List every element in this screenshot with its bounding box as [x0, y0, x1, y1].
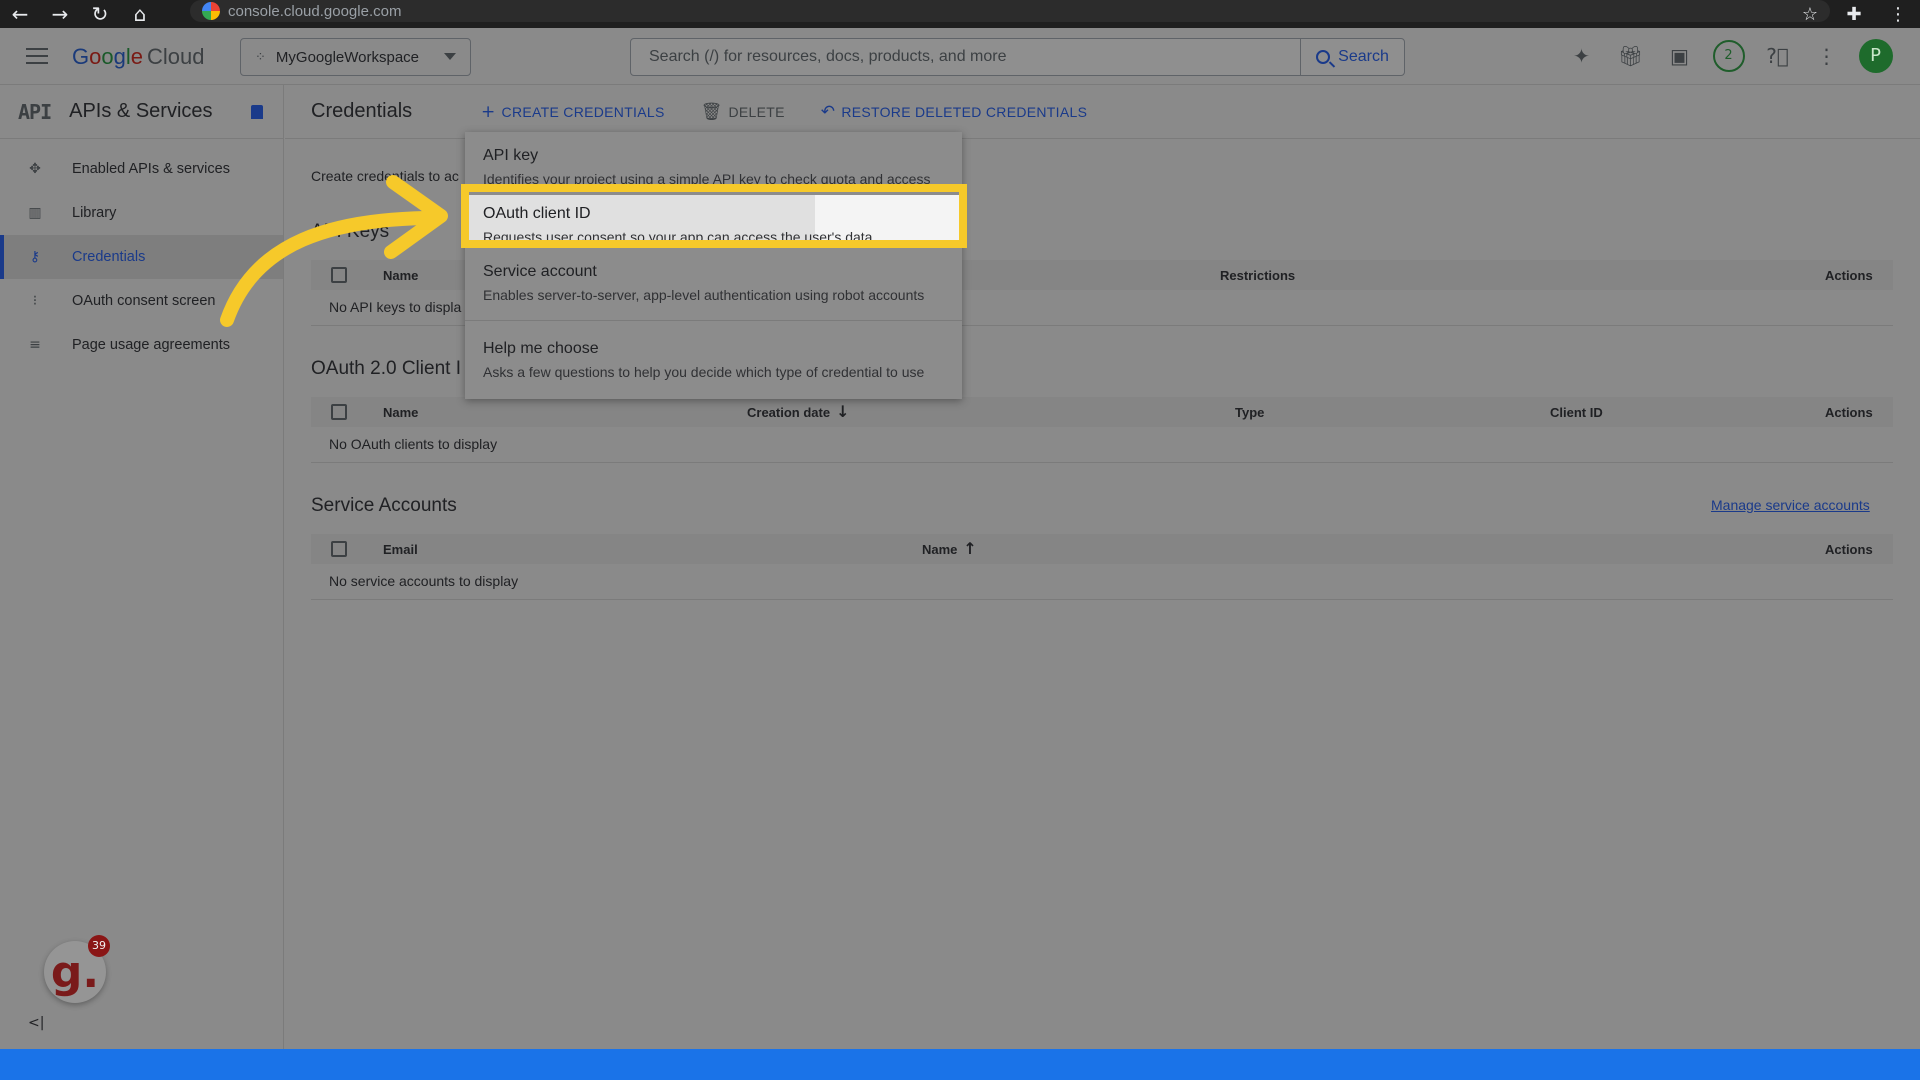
- page-title: Credentials: [311, 100, 413, 122]
- menu-icon[interactable]: ⋮: [1876, 4, 1920, 25]
- restore-deleted-button[interactable]: ↶ RESTORE DELETED CREDENTIALS: [821, 102, 1087, 122]
- url-text: console.cloud.google.com: [228, 2, 402, 20]
- notifications-icon[interactable]: 2: [1712, 40, 1745, 72]
- forward-icon[interactable]: →: [40, 0, 80, 28]
- search-bar[interactable]: Search (/) for resources, docs, products…: [630, 38, 1405, 76]
- service-accounts-table: Email Name ↑ Actions No service accounts …: [311, 534, 1893, 600]
- oauth-clients-title: OAuth 2.0 Client I: [311, 358, 461, 379]
- column-name[interactable]: Name: [383, 405, 418, 420]
- column-type[interactable]: Type: [1235, 405, 1264, 420]
- project-selector[interactable]: ⁘ MyGoogleWorkspace: [240, 38, 471, 76]
- avatar[interactable]: P: [1858, 39, 1893, 73]
- annotation-arrow-icon: [220, 175, 448, 327]
- browser-toolbar: ← → ↻ ⌂ console.cloud.google.com ☆ ✚ ⋮: [0, 0, 1920, 28]
- sidebar-title: APIs & Services: [69, 100, 213, 122]
- trash-icon: 🗑︎: [700, 101, 723, 122]
- menu-item-service-account[interactable]: Service account Enables server-to-server…: [465, 263, 962, 303]
- select-all-checkbox[interactable]: [331, 541, 347, 557]
- oauth-clients-table: Name Creation date ↓ Type Client ID Actio…: [311, 397, 1893, 463]
- back-icon[interactable]: ←: [0, 0, 40, 28]
- guidde-badge[interactable]: g. 39: [44, 935, 110, 1003]
- hamburger-icon[interactable]: [26, 48, 48, 64]
- credentials-toolbar: Credentials + CREATE CREDENTIALS 🗑︎ DELE…: [285, 85, 1920, 139]
- column-actions: Actions: [1825, 542, 1873, 557]
- column-actions: Actions: [1825, 405, 1873, 420]
- highlight-box: [461, 184, 967, 248]
- badge-count: 39: [88, 935, 110, 957]
- create-credentials-menu: API key Identifies your project using a …: [465, 132, 962, 399]
- reload-icon[interactable]: ↻: [80, 0, 120, 28]
- service-accounts-title: Service Accounts: [311, 495, 457, 516]
- column-name[interactable]: Name ↑: [922, 539, 977, 558]
- cloud-shell-icon[interactable]: ▣: [1655, 44, 1704, 68]
- consent-icon: ⁝: [32, 293, 38, 309]
- agreements-icon: ≡: [29, 337, 41, 353]
- column-creation-date[interactable]: Creation date ↓: [747, 402, 849, 421]
- table-header: Name Creation date ↓ Type Client ID Actio…: [311, 397, 1893, 427]
- collapse-sidebar-icon[interactable]: <|: [28, 1015, 44, 1031]
- site-icon: [202, 2, 220, 20]
- search-button[interactable]: Search: [1300, 39, 1404, 75]
- project-icon: ⁘: [255, 49, 266, 64]
- empty-row: No OAuth clients to display: [311, 427, 1893, 463]
- gift-icon[interactable]: 🎁︎: [1606, 44, 1655, 68]
- search-icon: [1316, 50, 1331, 64]
- column-email[interactable]: Email: [383, 542, 418, 557]
- address-bar[interactable]: console.cloud.google.com: [190, 0, 1830, 22]
- manage-service-accounts-link[interactable]: Manage service accounts: [1711, 497, 1870, 513]
- create-credentials-button[interactable]: + CREATE CREDENTIALS: [481, 102, 665, 122]
- more-icon[interactable]: ⋮: [1802, 44, 1851, 68]
- extensions-icon[interactable]: ✚: [1832, 4, 1876, 25]
- home-icon[interactable]: ⌂: [120, 0, 160, 28]
- menu-item-api-key[interactable]: API key Identifies your project using a …: [465, 147, 962, 187]
- undo-icon: ↶: [820, 101, 836, 122]
- column-restrictions[interactable]: Restrictions: [1220, 268, 1295, 283]
- menu-item-help-me-choose[interactable]: Help me choose Asks a few questions to h…: [465, 340, 962, 380]
- chevron-down-icon: [444, 53, 456, 60]
- search-input[interactable]: Search (/) for resources, docs, products…: [631, 48, 1300, 66]
- gemini-icon[interactable]: ✦: [1557, 44, 1606, 68]
- library-icon: ▥: [28, 205, 42, 221]
- key-icon: ⚷: [29, 249, 41, 265]
- sidebar-header: API APIs & Services: [0, 85, 283, 139]
- google-cloud-logo[interactable]: Google Cloud: [72, 44, 205, 70]
- delete-button[interactable]: 🗑︎ DELETE: [701, 102, 785, 122]
- help-icon[interactable]: ?⃝: [1753, 44, 1802, 68]
- star-icon[interactable]: ☆: [1788, 4, 1832, 25]
- column-client-id[interactable]: Client ID: [1550, 405, 1603, 420]
- arrow-down-icon: ↓: [836, 402, 850, 421]
- select-all-checkbox[interactable]: [331, 404, 347, 420]
- table-header: Email Name ↑ Actions: [311, 534, 1893, 564]
- arrow-up-icon: ↑: [963, 539, 977, 558]
- project-name: MyGoogleWorkspace: [275, 48, 420, 66]
- dashboard-icon: ✥: [29, 161, 41, 177]
- pin-icon[interactable]: [251, 104, 263, 119]
- plus-icon: +: [481, 101, 496, 122]
- app-header: Google Cloud ⁘ MyGoogleWorkspace Search (…: [0, 28, 1920, 85]
- empty-row: No service accounts to display: [311, 564, 1893, 600]
- bottom-bar: [0, 1049, 1920, 1080]
- menu-divider: [465, 320, 962, 321]
- api-logo: API: [18, 99, 52, 124]
- column-actions: Actions: [1825, 268, 1873, 283]
